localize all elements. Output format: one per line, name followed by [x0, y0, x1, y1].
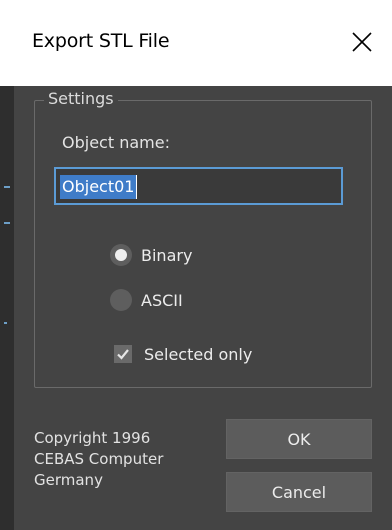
checkbox-box[interactable] [114, 345, 132, 363]
radio-button-checked[interactable] [110, 244, 132, 266]
radio-binary-label: Binary [141, 245, 193, 265]
title-bar: Export STL File [0, 0, 392, 86]
copyright-line: Copyright 1996 [34, 429, 151, 447]
close-button[interactable] [332, 10, 392, 74]
text-caret [136, 175, 137, 199]
radio-button-unchecked[interactable] [110, 289, 132, 311]
object-name-input[interactable]: Object01 [54, 167, 343, 205]
edge-marker [4, 222, 10, 224]
copyright-line: Germany [34, 471, 103, 489]
copyright-text: Copyright 1996 CEBAS Computer Germany [34, 428, 224, 491]
radio-binary[interactable]: Binary [110, 244, 192, 266]
ok-button[interactable]: OK [226, 419, 372, 459]
object-name-value: Object01 [60, 175, 137, 199]
copyright-line: CEBAS Computer [34, 450, 164, 468]
cancel-button[interactable]: Cancel [226, 472, 372, 512]
object-name-label: Object name: [62, 133, 170, 152]
settings-group-label: Settings [44, 89, 118, 108]
radio-ascii-label: ASCII [141, 290, 183, 310]
selected-only-label: Selected only [144, 344, 253, 364]
edge-marker [4, 322, 7, 324]
radio-ascii[interactable]: ASCII [110, 289, 183, 311]
export-stl-dialog: Export STL File Settings Object name: Ob… [0, 0, 392, 530]
selected-only-checkbox[interactable]: Selected only [114, 344, 252, 364]
checkmark-icon [117, 349, 129, 360]
background-window-edge [0, 86, 14, 530]
dialog-title: Export STL File [32, 30, 170, 52]
close-icon [352, 32, 372, 52]
edge-marker [4, 186, 10, 188]
